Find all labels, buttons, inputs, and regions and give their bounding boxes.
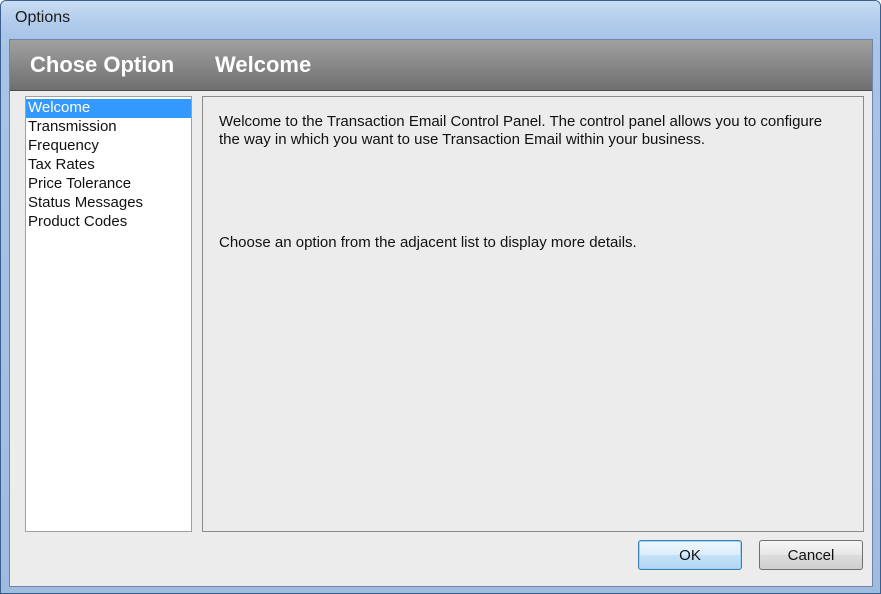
option-list[interactable]: Welcome Transmission Frequency Tax Rates…: [25, 96, 192, 532]
option-item-status-messages[interactable]: Status Messages: [26, 194, 191, 213]
welcome-text: Welcome to the Transaction Email Control…: [219, 113, 823, 148]
window-title: Options: [15, 9, 71, 26]
ok-button[interactable]: OK: [638, 540, 742, 570]
option-item-price-tolerance[interactable]: Price Tolerance: [26, 175, 191, 194]
option-item-tax-rates[interactable]: Tax Rates: [26, 156, 191, 175]
option-item-frequency[interactable]: Frequency: [26, 137, 191, 156]
header-subtitle: Welcome: [215, 52, 312, 77]
option-item-welcome[interactable]: Welcome: [26, 99, 191, 118]
instruction-text: Choose an option from the adjacent list …: [219, 234, 637, 251]
header-band: Chose Option Welcome: [10, 40, 872, 91]
title-bar[interactable]: Options: [1, 1, 880, 39]
header-title: Chose Option: [30, 52, 175, 77]
options-window: Options Chose Option Welcome Welcome Tra…: [0, 0, 881, 594]
option-item-transmission[interactable]: Transmission: [26, 118, 191, 137]
cancel-button[interactable]: Cancel: [759, 540, 863, 570]
option-item-product-codes[interactable]: Product Codes: [26, 213, 191, 232]
dialog-client-area: Chose Option Welcome Welcome Transmissio…: [9, 39, 873, 587]
details-panel: Welcome to the Transaction Email Control…: [202, 96, 864, 532]
